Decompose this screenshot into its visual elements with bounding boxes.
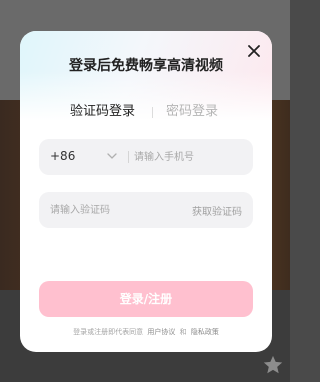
- phone-field: +86: [39, 139, 253, 175]
- verification-code-input[interactable]: [50, 192, 170, 228]
- star-icon: [263, 355, 283, 374]
- tab-password-login[interactable]: 密码登录: [166, 103, 218, 121]
- chevron-down-icon[interactable]: [107, 152, 117, 160]
- agreement-prefix: 登录或注册即代表同意: [73, 328, 144, 336]
- close-icon[interactable]: [246, 43, 262, 59]
- country-code-select[interactable]: +86: [50, 149, 75, 163]
- tab-code-login[interactable]: 验证码登录: [70, 103, 135, 121]
- agreement-text: 登录或注册即代表同意 用户协议 和 隐私政策: [20, 327, 272, 337]
- field-divider: [128, 151, 129, 163]
- login-tabs: 验证码登录 密码登录: [20, 103, 272, 123]
- phone-input[interactable]: [134, 139, 244, 175]
- privacy-policy-link[interactable]: 隐私政策: [191, 328, 219, 336]
- user-agreement-link[interactable]: 用户协议: [147, 328, 175, 336]
- tab-divider: [152, 107, 153, 118]
- verification-code-field: 获取验证码: [39, 192, 253, 228]
- login-modal: 登录后免费畅享高清视频 验证码登录 密码登录 +86 获取验证码 登录/注册 登…: [20, 31, 272, 352]
- get-code-button[interactable]: 获取验证码: [192, 203, 242, 218]
- login-register-button[interactable]: 登录/注册: [39, 281, 253, 317]
- modal-title: 登录后免费畅享高清视频: [69, 58, 223, 74]
- agreement-and: 和: [179, 328, 187, 336]
